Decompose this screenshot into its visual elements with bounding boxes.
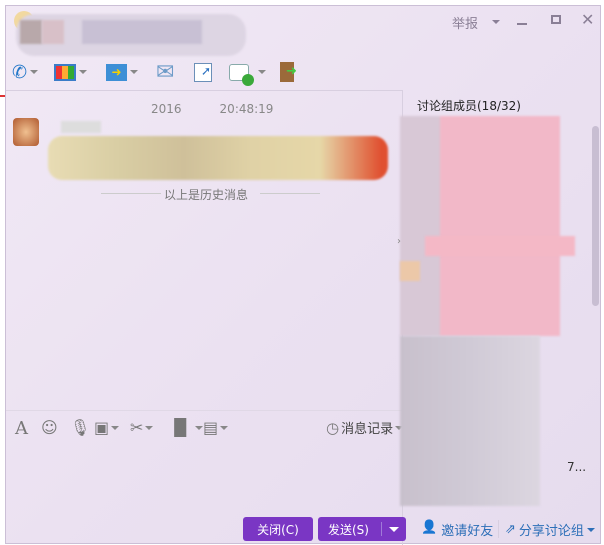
message-history-label: 消息记录 — [341, 422, 394, 437]
phone-button[interactable]: ✆ — [12, 61, 39, 83]
share-group-button[interactable]: ⇗ 分享讨论组 — [505, 520, 595, 539]
close-chat-button[interactable]: 关闭(C) — [243, 517, 313, 541]
blur-block — [42, 20, 64, 44]
share-label: 分享讨论组 — [518, 524, 584, 539]
sender-avatar[interactable] — [13, 118, 39, 146]
blur-block — [400, 336, 540, 506]
note-icon: ➚ — [194, 62, 212, 82]
emoji-icon: ☺ — [41, 418, 58, 437]
blur-block — [400, 261, 420, 281]
image-button[interactable]: ▣ — [94, 418, 120, 437]
screenshot-button[interactable]: ✂ — [130, 418, 154, 437]
menu-dropdown-icon[interactable] — [492, 20, 500, 24]
sender-name-blurred — [61, 121, 101, 133]
chat-window: 举报 ✕ ✆ ➜ ✉ ➚ ➜ 2016 20:48:19 以上是历史消息 A ☺ … — [5, 5, 601, 545]
close-icon[interactable]: ✕ — [581, 10, 594, 29]
caret-icon — [258, 70, 266, 74]
caret-icon — [194, 425, 203, 430]
phone-icon: ✆ — [12, 61, 28, 83]
more-tools-button[interactable]: ▤ — [203, 418, 229, 437]
history-divider-label: 以上是历史消息 — [164, 188, 249, 202]
message-check-icon: ▤ — [203, 418, 219, 437]
divider — [260, 193, 320, 194]
exit-group-button[interactable]: ➜ — [280, 61, 297, 83]
divider — [6, 410, 402, 411]
blur-block — [20, 20, 42, 44]
message-bubble-blurred — [48, 136, 388, 180]
blur-block — [82, 20, 202, 44]
add-user-icon: 👤 — [421, 520, 438, 535]
exit-group-icon: ➜ — [280, 62, 297, 82]
voice-button[interactable]: 🎙 — [70, 418, 90, 437]
message-history-button[interactable]: ◷ 消息记录 — [326, 418, 404, 437]
timestamp-date: 2016 — [151, 102, 182, 116]
caret-icon — [130, 70, 138, 74]
scissors-icon: ✂ — [130, 418, 144, 437]
bar-chart-icon: ▐▌ — [168, 418, 193, 437]
caret-icon — [220, 425, 229, 430]
report-link[interactable]: 举报 — [452, 13, 478, 32]
caret-icon — [30, 70, 39, 74]
clock-icon: ◷ — [326, 418, 340, 437]
invite-label: 邀请好友 — [441, 524, 494, 539]
vote-button[interactable]: ▐▌ — [168, 418, 203, 437]
member-list-blurred — [400, 116, 580, 506]
caret-icon — [79, 70, 87, 74]
divider — [498, 520, 499, 538]
share-icon: ⇗ — [505, 522, 516, 537]
timestamp-time: 20:48:19 — [219, 102, 274, 116]
caret-icon — [145, 425, 154, 430]
message-input[interactable] — [6, 436, 402, 512]
member-name-truncated: 7... — [567, 460, 587, 474]
divider — [101, 193, 161, 194]
minimize-icon[interactable] — [517, 23, 527, 25]
divider — [6, 90, 402, 91]
file-transfer-button[interactable]: ➜ — [106, 61, 138, 83]
blur-block — [425, 236, 575, 256]
image-icon: ▣ — [94, 418, 110, 437]
message-timestamp: 2016 20:48:19 — [151, 102, 273, 116]
members-title: 讨论组成员(18/32) — [417, 99, 521, 113]
note-button[interactable]: ➚ — [194, 61, 212, 83]
caret-icon — [111, 425, 120, 430]
mail-icon: ✉ — [156, 59, 175, 85]
microphone-icon: 🎙 — [70, 418, 91, 437]
member-scrollbar[interactable] — [592, 126, 599, 306]
send-label: 发送(S) — [328, 522, 369, 537]
maximize-icon[interactable] — [551, 15, 561, 24]
screen-share-icon — [54, 63, 76, 81]
emoji-button[interactable]: ☺ — [41, 418, 58, 437]
collapse-panel-icon[interactable]: › — [397, 236, 405, 262]
add-chat-button[interactable] — [229, 61, 266, 86]
invite-friends-button[interactable]: 👤 邀请好友 — [421, 520, 493, 539]
caret-icon — [586, 527, 595, 532]
add-chat-icon — [229, 63, 254, 86]
blur-block — [400, 116, 560, 336]
send-options-icon[interactable] — [389, 527, 399, 532]
send-button[interactable]: 发送(S) — [318, 517, 406, 541]
file-transfer-icon: ➜ — [106, 63, 127, 81]
screen-share-button[interactable] — [54, 61, 87, 83]
mail-button[interactable]: ✉ — [156, 59, 175, 85]
